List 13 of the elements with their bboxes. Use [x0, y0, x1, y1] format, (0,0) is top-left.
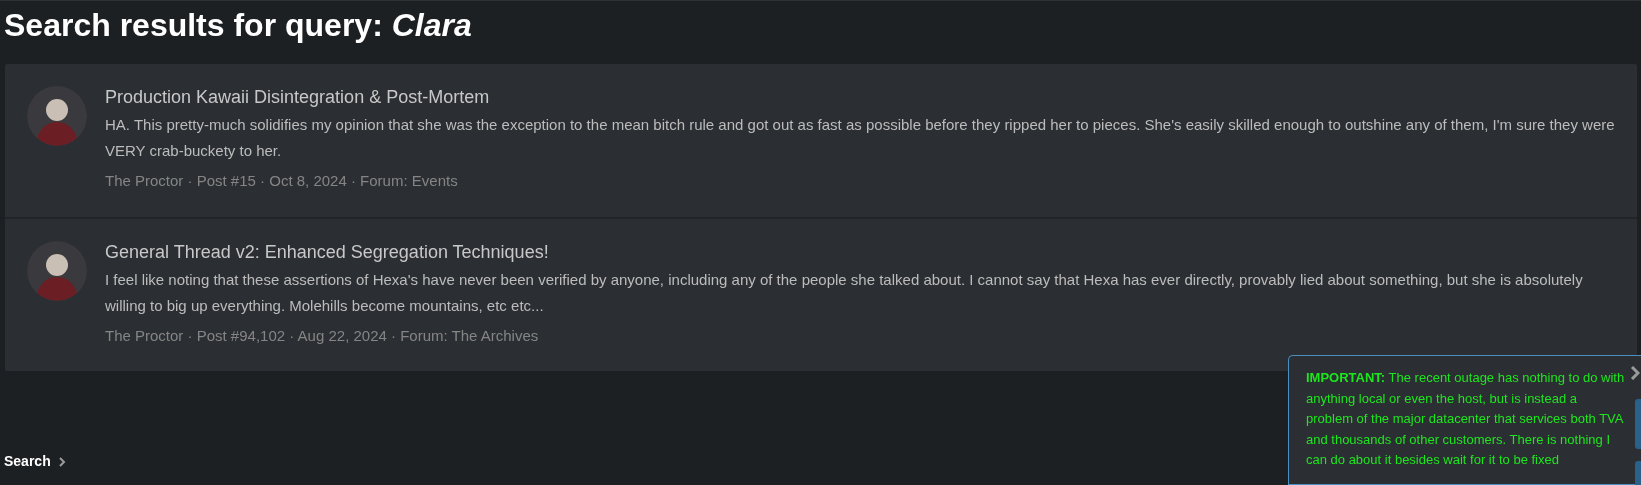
- result-snippet: HA. This pretty-much solidifies my opinion that she was the exception to the mean bitch rule and got out as fast as possible before they ripped her to pieces. She's easily skilled enough to outshine any of them, I'm sure they were VERY crab-buckety to her.: [105, 115, 1616, 161]
- chevron-icon[interactable]: [1630, 366, 1640, 380]
- result-title[interactable]: Production Kawaii Disintegration & Post-Mortem: [105, 86, 1617, 108]
- avatar[interactable]: [27, 86, 87, 146]
- chevron-icon: [58, 456, 66, 467]
- result-meta: The Proctor · Post #15 · Oct 8, 2024 · Forum: Events: [105, 171, 459, 191]
- result-meta: The Proctor · Post #94,102 · Aug 22, 2024 · Forum: The Archives: [105, 325, 540, 346]
- page-title: Search results for query: Clara: [3, 6, 473, 44]
- result-snippet: I feel like noting that these assertions of Hexa's have never been verified by anyone, including any of the people she talked about. I cannot say that Hexa has ever directly, provably lied about something, but she is absolutely willing to big up everything. Molehills become mountains, etc etc...: [105, 269, 1584, 316]
- notice-text: IMPORTANT: The recent outage has nothing to do with anything local or even the host, but is instead a problem of the major datacenter that services both TVA and thousands of other customers. There is nothing I can do about it besides wait for it to be fixed: [1306, 369, 1626, 469]
- avatar[interactable]: [27, 240, 87, 301]
- breadcrumb-link[interactable]: Search: [4, 451, 51, 472]
- result-title[interactable]: General Thread v2: Enhanced Segregation Techniques!: [105, 240, 1617, 263]
